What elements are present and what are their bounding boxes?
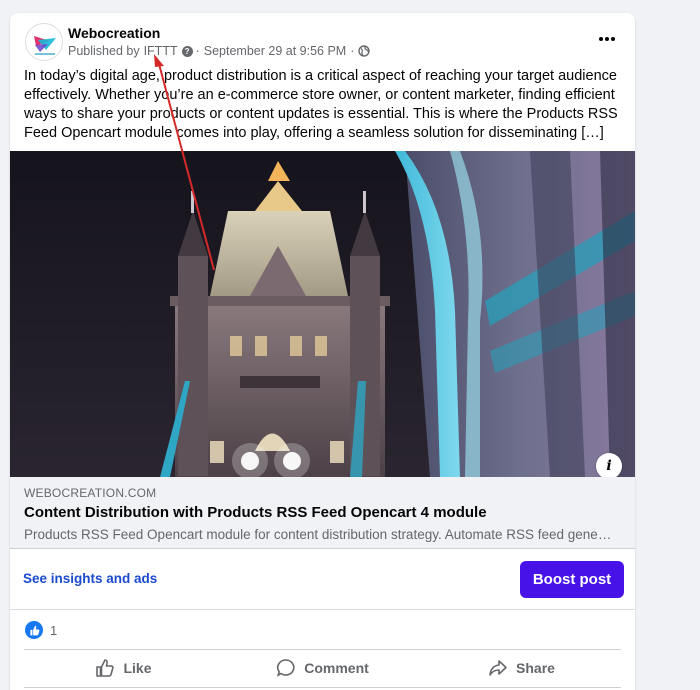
- meta-separator-2: ·: [350, 44, 355, 58]
- thumbs-up-icon: [96, 659, 115, 677]
- boost-post-button[interactable]: Boost post: [520, 561, 624, 598]
- share-arrow-icon: [489, 660, 507, 676]
- reaction-count[interactable]: 1: [50, 623, 57, 638]
- post-header: Webocreation Published by IFTTT ? · Sept…: [10, 13, 635, 73]
- link-title[interactable]: Content Distribution with Products RSS F…: [24, 504, 487, 521]
- webocreation-logo: [26, 24, 62, 60]
- page-avatar[interactable]: [25, 23, 63, 61]
- reactions-summary[interactable]: 1: [25, 620, 57, 640]
- like-button[interactable]: Like: [24, 650, 223, 686]
- more-options-icon[interactable]: [595, 27, 619, 51]
- publisher-link[interactable]: IFTTT: [144, 44, 178, 58]
- comment-label: Comment: [304, 660, 369, 676]
- like-label: Like: [123, 660, 152, 676]
- link-preview-box[interactable]: WEBOCREATION.COM Content Distribution wi…: [10, 477, 635, 549]
- post-card: Webocreation Published by IFTTT ? · Sept…: [10, 13, 635, 690]
- post-date[interactable]: September 29 at 9:56 PM: [204, 44, 346, 58]
- share-label: Share: [516, 660, 555, 676]
- question-icon[interactable]: ?: [181, 45, 193, 57]
- post-body-text: In today’s digital age, product distribu…: [24, 68, 618, 141]
- comment-button[interactable]: Comment: [223, 650, 422, 686]
- like-reaction-icon: [25, 621, 43, 639]
- tower-bridge-photo: [10, 151, 635, 477]
- link-preview-image[interactable]: i: [10, 151, 635, 477]
- comment-bubble-icon: [277, 659, 295, 677]
- link-description: Products RSS Feed Opencart module for co…: [24, 527, 614, 542]
- globe-icon[interactable]: [358, 45, 371, 57]
- link-domain: WEBOCREATION.COM: [24, 486, 157, 500]
- meta-separator: ·: [195, 44, 200, 58]
- published-by-label: Published by: [68, 44, 140, 58]
- insights-row: See insights and ads Boost post: [10, 549, 635, 610]
- share-button[interactable]: Share: [422, 650, 621, 686]
- bottom-divider: [24, 687, 621, 688]
- post-actions: Like Comment Share: [24, 650, 621, 686]
- info-icon[interactable]: i: [596, 453, 622, 477]
- page-name[interactable]: Webocreation: [68, 25, 160, 41]
- post-meta: Published by IFTTT ? · September 29 at 9…: [68, 44, 371, 58]
- see-insights-link[interactable]: See insights and ads: [23, 571, 157, 586]
